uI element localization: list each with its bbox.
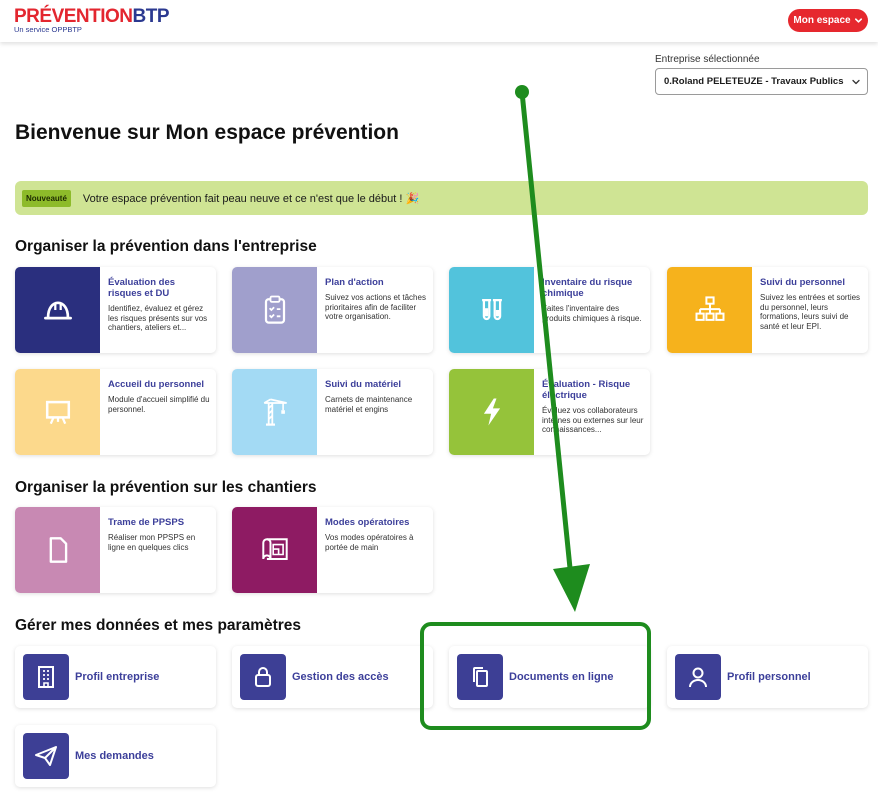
card-description: Module d'accueil simplifié du personnel. [108,395,210,414]
news-banner: Nouveauté Votre espace prévention fait p… [15,181,868,215]
crane-icon [263,398,287,426]
card-description: Réaliser mon PPSPS en ligne en quelques … [108,533,196,552]
mes-demandes-button[interactable]: Mes demandes [15,725,216,787]
card-description: Suivez vos actions et tâches prioritaire… [325,293,426,321]
chevron-down-icon [852,79,860,84]
card-thumbnail [449,267,534,353]
chevron-down-icon [854,18,862,23]
helmet-icon [43,301,72,320]
card-suivi-materiel[interactable]: Suivi du matériel Carnets de maintenance… [232,369,433,455]
lock-icon [255,667,271,687]
card-title: Suivi du personnel [760,277,845,288]
org-chart-icon [695,296,724,321]
card-title: Évaluation des risques et DU [108,277,176,299]
page: PRÉVENTIONBTP Un service OPPBTP Mon espa… [0,0,878,802]
test-tubes-icon [481,298,502,321]
company-select-label: Entreprise sélectionnée [655,54,760,65]
user-icon [689,667,707,688]
logo-text-prevention: PRÉVENTION [14,6,133,27]
icon-tile [23,733,69,779]
send-icon [35,746,57,766]
card-description: Vos modes opératoires à portée de main [325,533,414,552]
documents-icon [473,667,488,687]
card-accueil-personnel[interactable]: Accueil du personnel Module d'accueil si… [15,369,216,455]
document-icon [49,537,67,563]
card-description: Carnets de maintenance matériel et engin… [325,395,413,414]
card-thumbnail [15,369,100,455]
banner-text: Votre espace prévention fait peau neuve … [82,192,420,205]
icon-tile [23,654,69,700]
page-title: Bienvenue sur Mon espace prévention [15,121,399,144]
logo-subtitle: Un service OPPBTP [14,25,82,34]
card-inventaire-chimique[interactable]: Inventaire du risque chimique Faites l'i… [449,267,650,353]
card-title: Modes opératoires [325,517,410,528]
company-select-value: 0.Roland PELETEUZE - Travaux Publics [664,76,844,87]
card-thumbnail [667,267,752,353]
mon-espace-button[interactable]: Mon espace [788,9,868,32]
button-label: Profil personnel [727,671,811,683]
button-label: Documents en ligne [509,671,614,683]
company-select[interactable]: 0.Roland PELETEUZE - Travaux Publics [655,68,868,95]
section-title-entreprise: Organiser la prévention dans l'entrepris… [15,238,317,255]
profil-entreprise-button[interactable]: Profil entreprise [15,646,216,708]
card-modes-operatoires[interactable]: Modes opératoires Vos modes opératoires … [232,507,433,593]
button-label: Gestion des accès [292,671,389,683]
card-plan-action[interactable]: Plan d'action Suivez vos actions et tâch… [232,267,433,353]
lightning-icon [483,398,500,426]
card-thumbnail [232,507,317,593]
presentation-board-icon [45,400,70,425]
mon-espace-label: Mon espace [793,15,851,26]
card-risque-electrique[interactable]: Évaluation - Risque électrique Évaluez v… [449,369,650,455]
blueprint-icon [261,538,288,560]
building-icon [38,666,54,688]
profil-personnel-button[interactable]: Profil personnel [667,646,868,708]
logo[interactable]: PRÉVENTIONBTP Un service OPPBTP [14,6,170,34]
section-title-chantiers: Organiser la prévention sur les chantier… [15,479,317,496]
button-label: Profil entreprise [75,671,160,683]
gestion-acces-button[interactable]: Gestion des accès [232,646,433,708]
documents-en-ligne-button[interactable]: Documents en ligne [449,646,650,708]
card-title: Évaluation - Risque électrique [542,379,631,401]
card-description: Évaluez vos collaborateurs internes ou e… [542,406,644,434]
card-thumbnail [15,267,100,353]
card-thumbnail [449,369,534,455]
card-trame-ppsps[interactable]: Trame de PPSPS Réaliser mon PPSPS en lig… [15,507,216,593]
card-title: Accueil du personnel [108,379,205,390]
card-description: Identifiez, évaluez et gérez les risques… [108,304,208,332]
annotation-arrowhead [553,564,590,612]
card-suivi-personnel[interactable]: Suivi du personnel Suivez les entrées et… [667,267,868,353]
card-title: Plan d'action [325,277,384,288]
icon-tile [240,654,286,700]
new-badge: Nouveauté [22,189,71,207]
card-thumbnail [232,267,317,353]
icon-tile [675,654,721,700]
annotation-arrow-start-dot [515,85,529,99]
card-description: Suivez les entrées et sorties du personn… [760,293,861,331]
card-thumbnail [15,507,100,593]
card-title: Suivi du matériel [325,379,402,390]
button-label: Mes demandes [75,750,154,762]
clipboard-icon [264,295,285,324]
card-description: Faites l'inventaire des produits chimiqu… [542,304,642,323]
card-title: Inventaire du risque chimique [542,277,633,299]
logo-text-btp: BTP [132,6,170,27]
section-title-parametres: Gérer mes données et mes paramètres [15,617,302,634]
card-thumbnail [232,369,317,455]
top-bar: PRÉVENTIONBTP Un service OPPBTP Mon espa… [0,0,878,42]
card-evaluation-risques[interactable]: Évaluation des risques et DU Identifiez,… [15,267,216,353]
icon-tile [457,654,503,700]
card-title: Trame de PPSPS [108,517,185,528]
